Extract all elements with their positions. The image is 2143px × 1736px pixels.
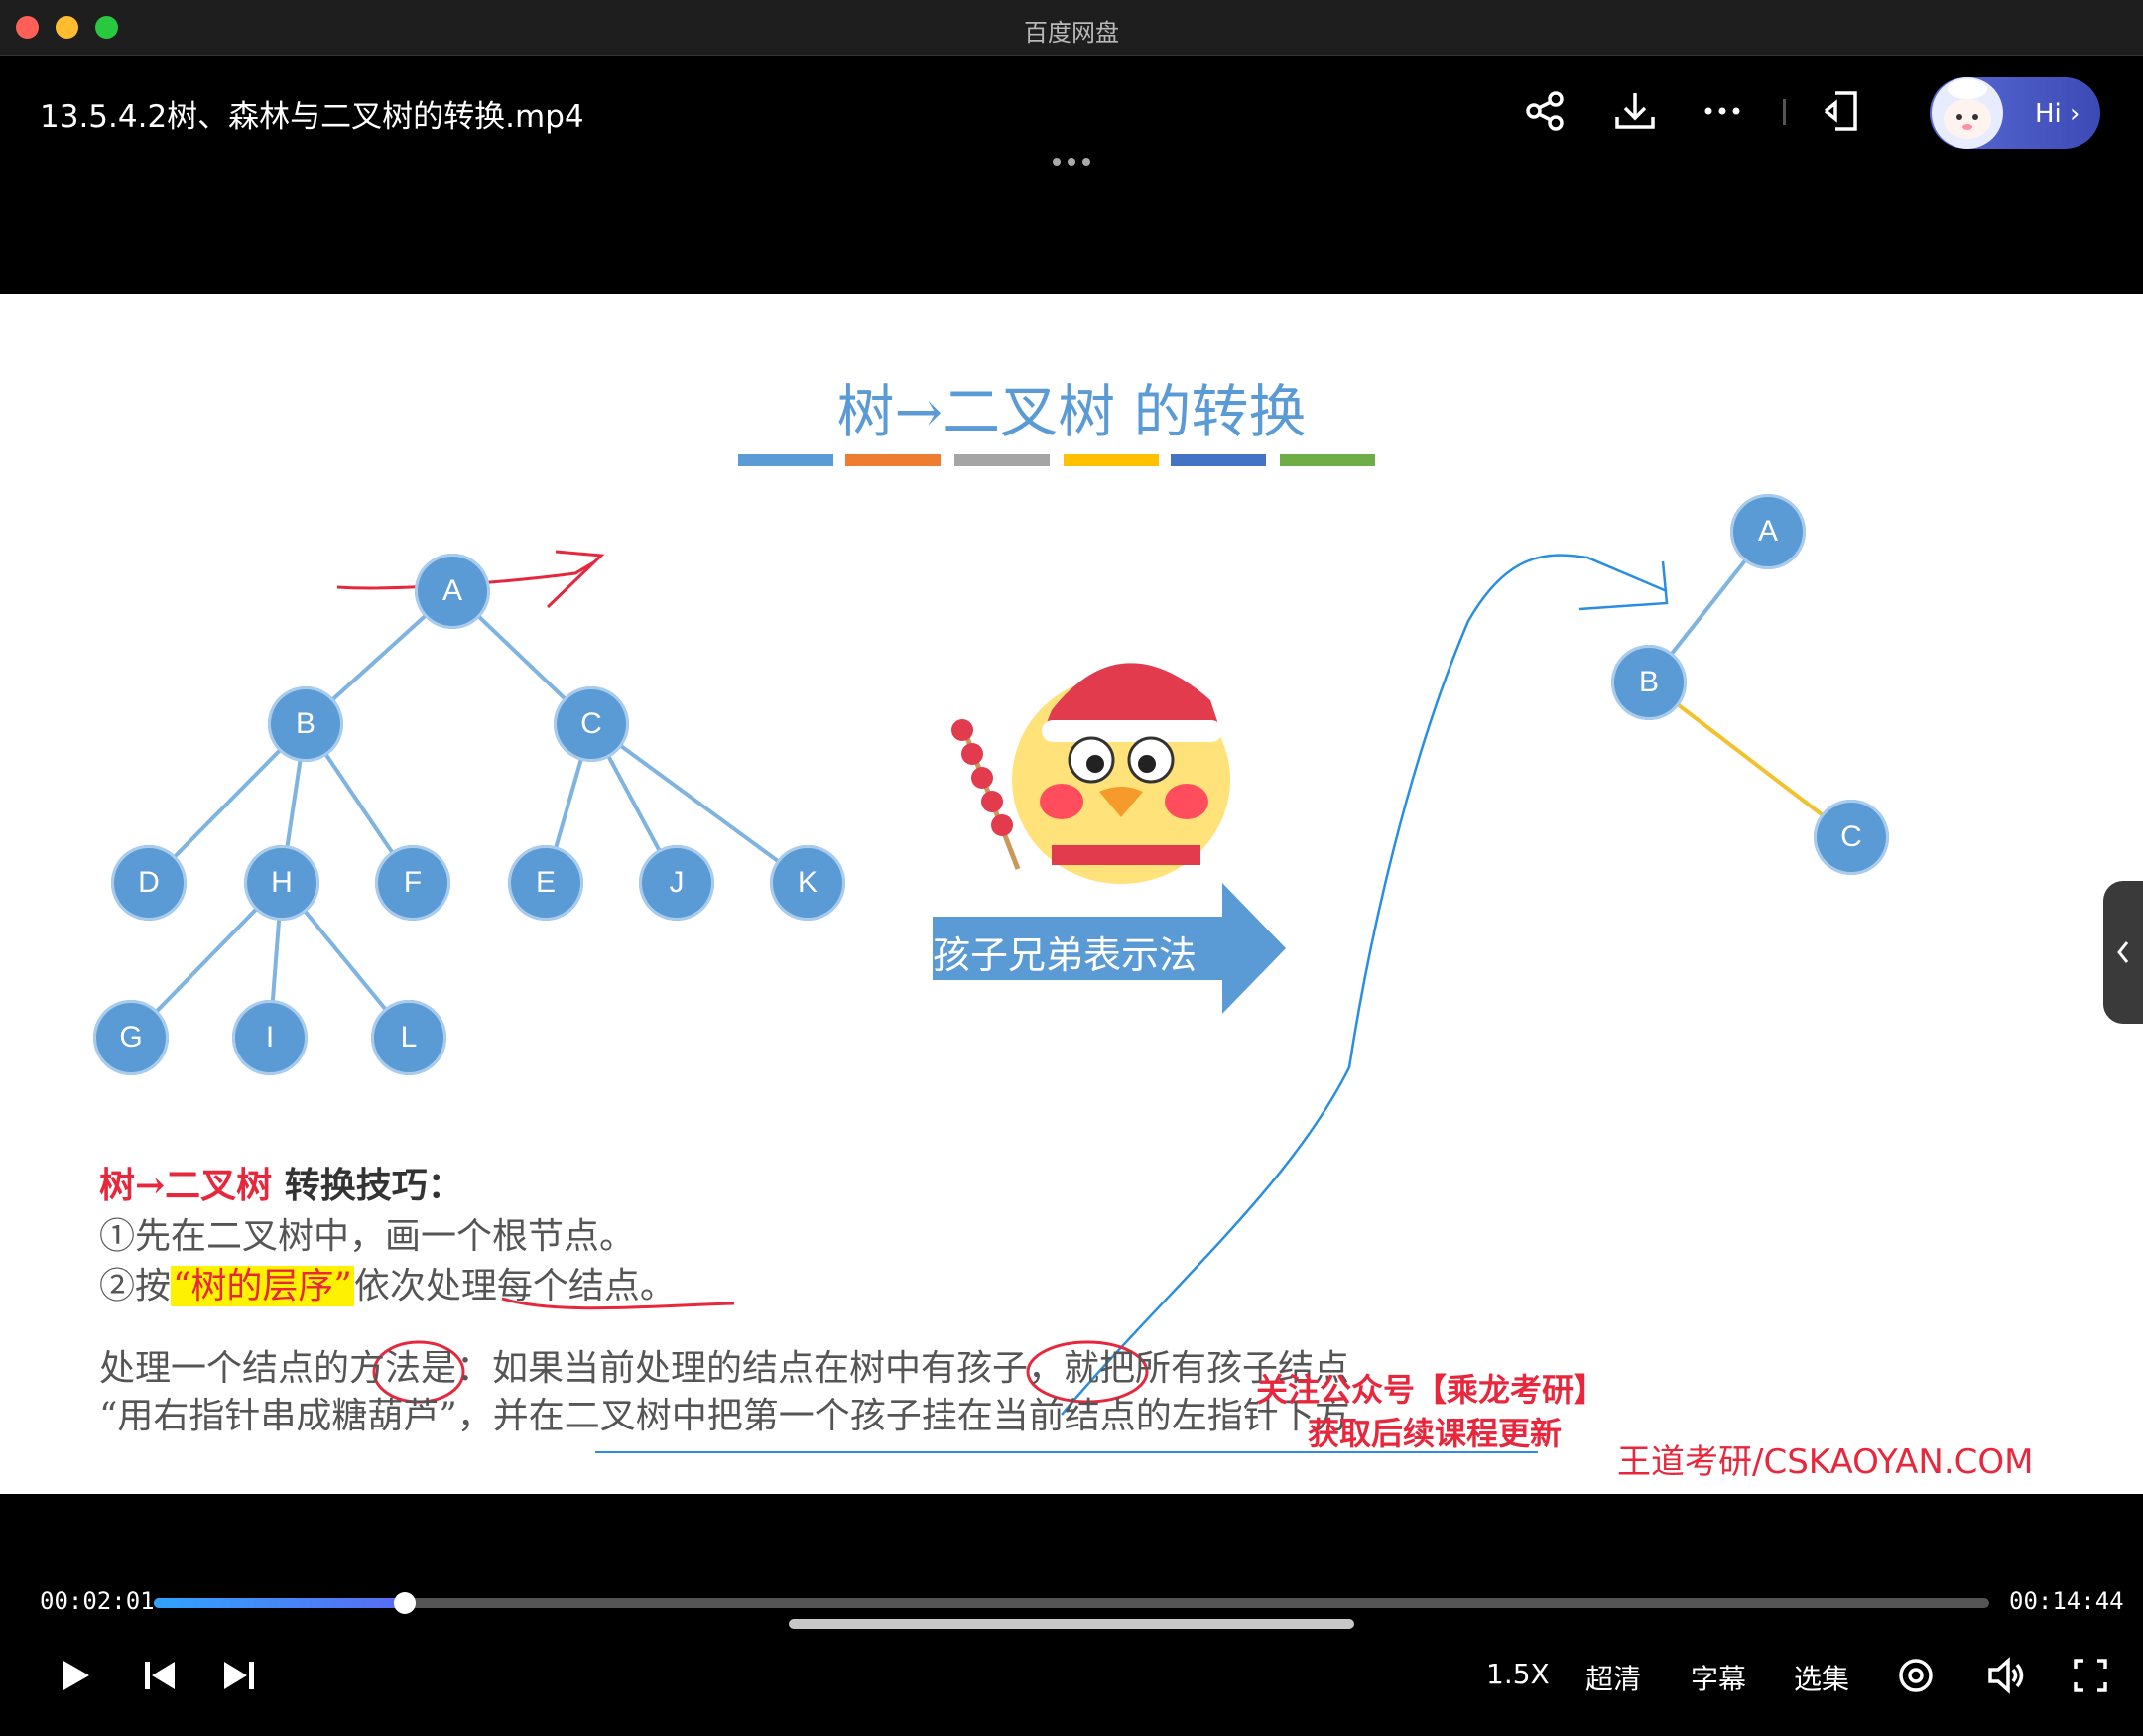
tree-node-i: I [232,1000,308,1075]
binary-node-b: B [1611,645,1687,720]
tip-2-highlight: “树的层序” [171,1266,354,1306]
tips-block: 树→二叉树 转换技巧： ①先在二叉树中，画一个根节点。 ②按“树的层序”依次处理… [99,1157,676,1311]
more-icon[interactable] [1697,85,1748,137]
total-time: 00:14:44 [2009,1587,2124,1615]
tip-1: ①先在二叉树中，画一个根节点。 [99,1216,636,1257]
side-panel-toggle[interactable] [2103,881,2143,1024]
tree-node-e: E [508,845,583,921]
assistant-label: Hi › [2035,99,2080,129]
color-bar [738,454,1375,466]
tips-heading: 树→二叉树 转换技巧： [99,1157,676,1208]
video-title: 13.5.4.2树、森林与二叉树的转换.mp4 [40,99,584,135]
next-icon[interactable] [216,1653,262,1698]
quality-button[interactable]: 超清 [1585,1658,1641,1697]
header-divider [1783,99,1786,125]
episodes-button[interactable]: 选集 [1794,1658,1849,1697]
progress-bar[interactable] [154,1592,1989,1614]
color-bar-segment [1064,454,1159,466]
tree-node-j: J [639,845,714,921]
app-title: 百度网盘 [1024,19,1119,47]
play-icon[interactable] [52,1653,97,1698]
color-bar-segment [845,454,941,466]
pip-icon[interactable] [1818,85,1869,137]
mascot-illustration [951,625,1230,884]
tips-heading-red: 树→二叉树 [99,1165,273,1206]
chevron-left-icon [2117,941,2129,963]
tree-node-c: C [554,686,629,762]
watch-mode-icon[interactable] [1893,1653,1939,1698]
color-bar-segment [1280,454,1375,466]
tip-2: ②按“树的层序”依次处理每个结点。 [99,1262,676,1311]
video-frame[interactable]: 树→二叉树 的转换 A B C D H F E J K G I L A B C … [0,294,2143,1494]
fullscreen-icon[interactable] [2068,1653,2113,1698]
previous-icon[interactable] [137,1653,183,1698]
tree-node-b: B [268,686,343,762]
tree-node-f: F [375,845,450,921]
progress-knob[interactable] [394,1592,417,1614]
player-controls: 00:02:01 00:14:44 1.5X 超清 字幕 选集 [0,1494,2143,1736]
overlay-more-icon[interactable] [1050,155,1093,169]
subtitles-button[interactable]: 字幕 [1691,1658,1746,1697]
window-titlebar: 百度网盘 [0,0,2143,56]
watermark: 王道考研/CSKAOYAN.COM [1617,1442,2034,1482]
tree-node-g: G [93,1000,169,1075]
current-time: 00:02:01 [40,1587,155,1615]
tip-2-prefix: ②按 [99,1266,172,1306]
tree-node-l: L [371,1000,446,1075]
volume-icon[interactable] [1982,1653,2028,1698]
horizontal-scrollbar[interactable] [789,1619,1354,1629]
player-header: 13.5.4.2树、森林与二叉树的转换.mp4 Hi › [0,56,2143,294]
assistant-avatar-icon [1932,77,2003,149]
progress-fill [154,1598,406,1608]
annotation-red-arrowhead [546,550,605,609]
binary-node-c: C [1814,800,1889,875]
tree-node-a: A [415,554,490,629]
promo-line-1: 关注公众号【乘龙考研】 [1256,1371,1606,1409]
tree-edges [129,589,810,1040]
tree-node-k: K [770,845,845,921]
download-icon[interactable] [1609,85,1661,137]
promo-line-2: 获取后续课程更新 [1308,1415,1563,1452]
slide-drawing [129,454,1853,1453]
tree-node-h: H [244,845,319,921]
color-bar-segment [954,454,1050,466]
assistant-button[interactable]: Hi › [1930,77,2100,149]
share-icon[interactable] [1520,85,1572,137]
color-bar-segment [1171,454,1266,466]
tips-heading-rest: 转换技巧： [272,1165,463,1206]
arrow-label: 孩子兄弟表示法 [933,933,1198,977]
binary-node-a: A [1730,494,1806,569]
speed-button[interactable]: 1.5X [1486,1658,1550,1690]
tip-2-suffix: 依次处理每个结点。 [353,1266,676,1306]
color-bar-segment [738,454,833,466]
tree-node-d: D [111,845,187,921]
